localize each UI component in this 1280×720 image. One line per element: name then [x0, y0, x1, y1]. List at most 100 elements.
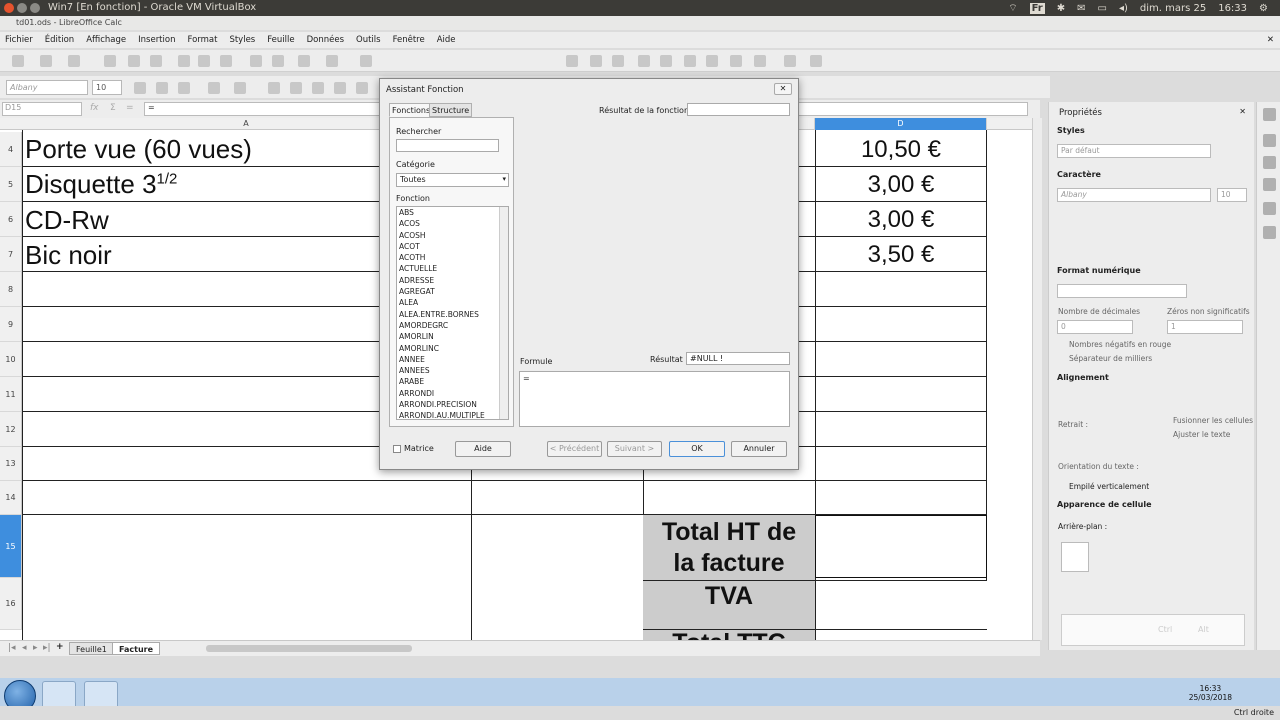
selected-cell-d15[interactable]	[815, 515, 987, 578]
host-key-indicator[interactable]: Ctrl droite	[1234, 708, 1274, 717]
cell-d5[interactable]: 3,00 €	[816, 171, 986, 199]
keyboard-layout-indicator[interactable]: Fr	[1029, 3, 1045, 14]
function-list-item[interactable]: ALEA.ENTRE.BORNES	[397, 309, 508, 320]
bold-icon[interactable]	[134, 82, 146, 94]
function-list-item[interactable]: ARRONDI.PRECISION	[397, 399, 508, 410]
function-list-item[interactable]: ACOT	[397, 241, 508, 252]
function-wizard-icon[interactable]: fx	[90, 103, 99, 113]
row-header[interactable]: 9	[0, 307, 22, 342]
menu-styles[interactable]: Styles	[229, 32, 255, 48]
function-list-item[interactable]: ANNEES	[397, 365, 508, 376]
print-icon[interactable]	[128, 55, 140, 67]
cell-c15[interactable]: Total HT de la facture	[643, 517, 815, 579]
sidebar-font-combo[interactable]: Albany	[1057, 188, 1211, 202]
ok-button[interactable]: OK	[669, 441, 725, 457]
underline-icon[interactable]	[178, 82, 190, 94]
battery-icon[interactable]: ▭	[1098, 3, 1107, 14]
number-format-combo[interactable]	[1057, 284, 1187, 298]
volume-icon[interactable]: ◂)	[1119, 3, 1128, 14]
print-preview-icon[interactable]	[150, 55, 162, 67]
cell-d7[interactable]: 3,50 €	[816, 241, 986, 269]
formula-icon[interactable]: =	[126, 103, 134, 113]
cell-a4[interactable]: Porte vue (60 vues)	[25, 134, 252, 165]
negative-red-checkbox[interactable]: Nombres négatifs en rouge	[1069, 340, 1171, 349]
row-header[interactable]: 11	[0, 377, 22, 412]
bluetooth-icon[interactable]: ✱	[1057, 3, 1065, 14]
new-document-icon[interactable]	[12, 55, 24, 67]
thousands-separator-checkbox[interactable]: Séparateur de milliers	[1069, 354, 1152, 363]
hyperlink-icon[interactable]	[660, 55, 672, 67]
row-header[interactable]: 13	[0, 447, 22, 481]
section-styles[interactable]: Styles	[1057, 126, 1085, 135]
sum-icon[interactable]: Σ	[110, 103, 116, 113]
row-header[interactable]: 15	[0, 515, 22, 578]
font-name-combo[interactable]: Albany	[6, 80, 88, 95]
cell-c16[interactable]: TVA	[643, 581, 815, 612]
previous-button[interactable]: < Précédent	[547, 441, 602, 457]
cell-d4[interactable]: 10,50 €	[816, 136, 986, 164]
row-header[interactable]: 6	[0, 202, 22, 237]
section-alignment[interactable]: Alignement	[1057, 373, 1109, 382]
cell-c17[interactable]: Total TTC	[643, 631, 815, 640]
cut-icon[interactable]	[178, 55, 190, 67]
section-cell-appearance[interactable]: Apparence de cellule	[1057, 500, 1152, 509]
function-list-item[interactable]: ACOTH	[397, 252, 508, 263]
row-header[interactable]: 5	[0, 167, 22, 202]
menu-aide[interactable]: Aide	[437, 32, 456, 48]
comment-icon[interactable]	[684, 55, 696, 67]
close-document-icon[interactable]: ✕	[1267, 32, 1274, 48]
function-list-item[interactable]: AMORLINC	[397, 343, 508, 354]
properties-deck-icon[interactable]	[1263, 134, 1276, 147]
menu-insertion[interactable]: Insertion	[138, 32, 175, 48]
menu-fichier[interactable]: Fichier	[5, 32, 33, 48]
tab-fonctions[interactable]: Fonctions	[389, 103, 434, 117]
function-list-item[interactable]: AMORLIN	[397, 331, 508, 342]
close-window-icon[interactable]	[4, 3, 14, 13]
special-character-icon[interactable]	[638, 55, 650, 67]
search-input[interactable]	[396, 139, 499, 152]
function-list-item[interactable]: ARABE	[397, 376, 508, 387]
help-button[interactable]: Aide	[455, 441, 511, 457]
cell-background-picker[interactable]	[1061, 542, 1089, 572]
insert-chart-icon[interactable]	[590, 55, 602, 67]
cell-d6[interactable]: 3,00 €	[816, 206, 986, 234]
wifi-icon[interactable]: ⌔	[1008, 2, 1017, 15]
mail-icon[interactable]: ✉	[1077, 3, 1085, 14]
split-window-icon[interactable]	[784, 55, 796, 67]
function-list-item[interactable]: ACOSH	[397, 230, 508, 241]
zeros-spinner[interactable]: 1	[1167, 320, 1243, 334]
function-list-item[interactable]: AGREGAT	[397, 286, 508, 297]
row-header[interactable]: 14	[0, 481, 22, 515]
cell-a5[interactable]: Disquette 31/2	[25, 169, 177, 200]
settings-gear-icon[interactable]: ⚙	[1259, 3, 1268, 14]
background-color-icon[interactable]	[234, 82, 246, 94]
menu-outils[interactable]: Outils	[356, 32, 381, 48]
gallery-deck-icon[interactable]	[1263, 178, 1276, 191]
undo-icon[interactable]	[298, 55, 310, 67]
maximize-window-icon[interactable]	[30, 3, 40, 13]
os-date[interactable]: dim. mars 25	[1140, 3, 1206, 14]
next-button[interactable]: Suivant >	[607, 441, 662, 457]
find-replace-icon[interactable]	[360, 55, 372, 67]
menu-feuille[interactable]: Feuille	[267, 32, 294, 48]
freeze-rows-icon[interactable]	[754, 55, 766, 67]
function-list-item[interactable]: ANNEE	[397, 354, 508, 365]
clear-formatting-icon[interactable]	[272, 55, 284, 67]
add-sheet-button[interactable]: +	[56, 642, 64, 652]
menu-edition[interactable]: Édition	[45, 32, 74, 48]
wrap-text-icon[interactable]	[356, 82, 368, 94]
clone-formatting-icon[interactable]	[250, 55, 262, 67]
insert-image-icon[interactable]	[566, 55, 578, 67]
redo-icon[interactable]	[326, 55, 338, 67]
taskbar-clock[interactable]: 16:33 25/03/2018	[1189, 684, 1232, 702]
cell-a7[interactable]: Bic noir	[25, 240, 112, 271]
minimize-window-icon[interactable]	[17, 3, 27, 13]
pivot-table-icon[interactable]	[612, 55, 624, 67]
stacked-vertically-checkbox[interactable]: Empilé verticalement	[1069, 482, 1149, 491]
function-list-item[interactable]: ARRONDI	[397, 388, 508, 399]
row-header[interactable]: 10	[0, 342, 22, 377]
functions-deck-icon[interactable]	[1263, 226, 1276, 239]
os-time[interactable]: 16:33	[1218, 3, 1247, 14]
sidebar-menu-icon[interactable]	[1263, 108, 1276, 121]
sheet-tab-facture[interactable]: Facture	[112, 642, 161, 655]
